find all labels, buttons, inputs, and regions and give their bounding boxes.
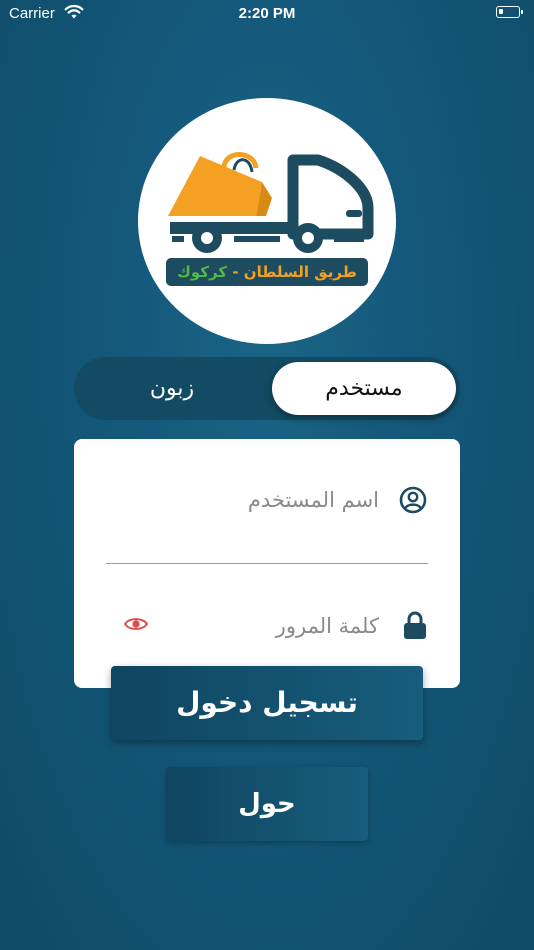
- user-circle-icon: [399, 486, 427, 518]
- about-button[interactable]: حول: [166, 767, 368, 841]
- lock-icon: [402, 610, 428, 644]
- segment-customer[interactable]: زبون: [74, 357, 270, 420]
- login-form-card: [74, 439, 460, 688]
- username-underline: [106, 563, 428, 564]
- eye-icon[interactable]: [123, 616, 149, 636]
- logo-text-separator: -: [232, 263, 239, 281]
- password-input[interactable]: [179, 608, 379, 644]
- account-type-toggle: زبون مستخدم: [74, 357, 460, 420]
- login-button[interactable]: تسجيل دخول: [111, 666, 423, 740]
- logo-text-sultan-road: طريق السلطان: [243, 263, 357, 281]
- username-input[interactable]: [139, 482, 379, 518]
- segment-user-selected[interactable]: مستخدم: [272, 362, 456, 415]
- logo-text-kirkuk: كركوك: [177, 263, 228, 281]
- logo-banner-text: طريق السلطان - كركوك: [166, 258, 368, 286]
- battery-icon: [496, 6, 523, 18]
- status-bar: Carrier 2:20 PM: [0, 0, 534, 28]
- clock: 2:20 PM: [238, 5, 296, 22]
- app-logo: طريق السلطان - كركوك: [138, 98, 396, 344]
